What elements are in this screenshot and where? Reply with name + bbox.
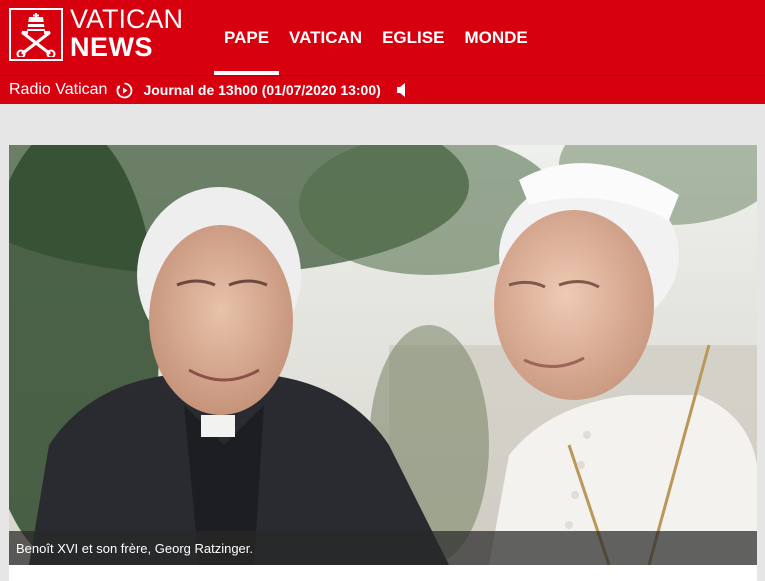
speaker-icon[interactable] <box>395 82 409 98</box>
nav-item-monde[interactable]: MONDE <box>454 0 537 75</box>
brand-wordmark[interactable]: VATICAN NEWS <box>70 6 183 61</box>
main-nav: PAPE VATICAN EGLISE MONDE <box>214 0 538 75</box>
photo-image <box>9 145 757 565</box>
play-circle-icon[interactable] <box>116 82 133 99</box>
radio-bar: Radio Vatican Journal de 13h00 (01/07/20… <box>0 75 765 104</box>
brand-line1: VATICAN <box>70 4 184 34</box>
article-body-start <box>9 565 757 581</box>
journal-link[interactable]: Journal de 13h00 (01/07/2020 13:00) <box>143 82 380 98</box>
top-header: VATICAN NEWS PAPE VATICAN EGLISE MONDE <box>0 0 765 75</box>
nav-item-vatican[interactable]: VATICAN <box>279 0 372 75</box>
vatican-logo-icon[interactable] <box>9 8 63 61</box>
nav-item-pape[interactable]: PAPE <box>214 0 280 75</box>
nav-item-eglise[interactable]: EGLISE <box>372 0 454 75</box>
article-photo: Benoît XVI et son frère, Georg Ratzinger… <box>9 145 757 565</box>
photo-caption: Benoît XVI et son frère, Georg Ratzinger… <box>9 531 757 565</box>
brand-line2: NEWS <box>70 32 153 62</box>
radio-label[interactable]: Radio Vatican <box>9 81 107 99</box>
